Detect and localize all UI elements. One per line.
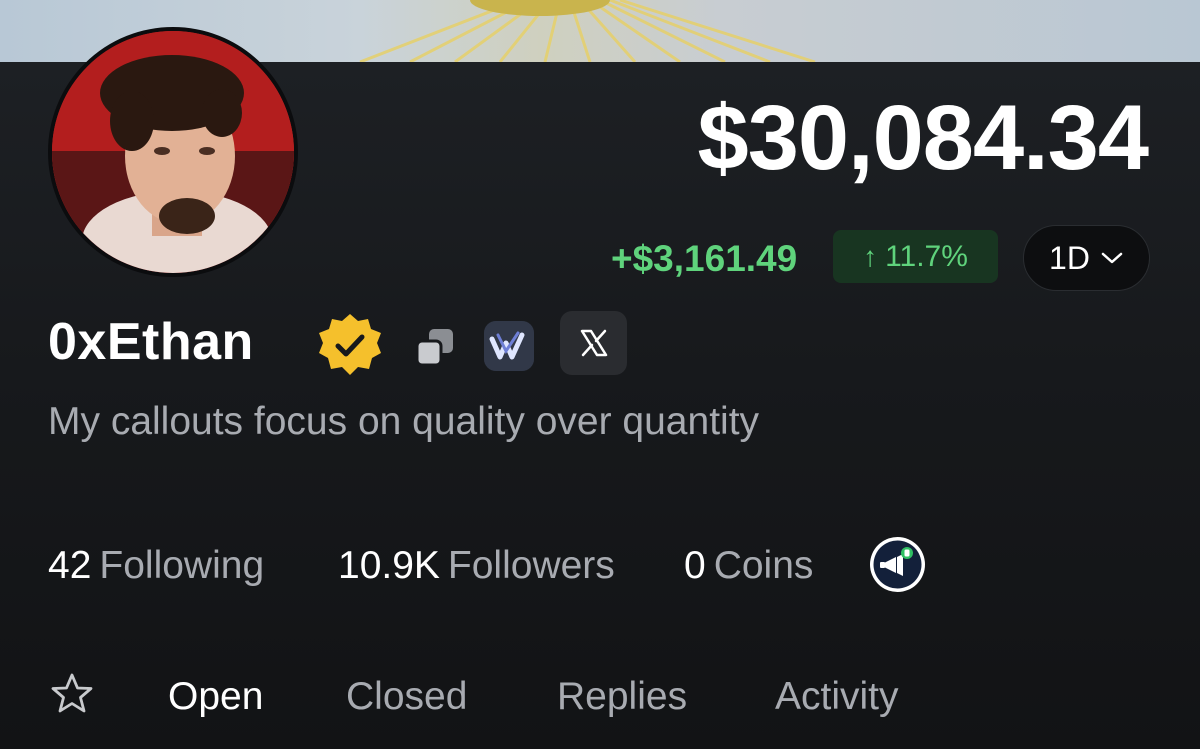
- app-logo-icon[interactable]: [484, 321, 534, 371]
- tab-open[interactable]: Open: [168, 677, 263, 716]
- x-profile-button[interactable]: [560, 311, 627, 375]
- arrow-up-icon: ↑: [863, 240, 878, 272]
- app-logo-glyph: [484, 321, 534, 371]
- stat-value: 10.9K: [338, 544, 440, 587]
- stat-label: Following: [99, 544, 265, 587]
- star-icon[interactable]: [49, 671, 95, 717]
- stat-coins[interactable]: 0 Coins: [684, 546, 813, 585]
- stat-label: Coins: [713, 544, 814, 587]
- portfolio-change: +$3,161.49: [611, 238, 798, 279]
- stat-value: 42: [48, 544, 92, 587]
- verified-badge-icon: [319, 314, 381, 375]
- period-selector[interactable]: 1D: [1023, 225, 1150, 291]
- stat-label: Followers: [447, 544, 615, 587]
- chevron-down-icon: [1101, 252, 1123, 264]
- copy-icon[interactable]: [413, 325, 457, 369]
- x-logo-icon: [580, 329, 607, 357]
- avatar[interactable]: [48, 27, 298, 277]
- tab-closed[interactable]: Closed: [346, 677, 467, 716]
- portfolio-balance: $30,084.34: [697, 87, 1149, 189]
- profile-bio: My callouts focus on quality over quanti…: [48, 400, 760, 443]
- stat-value: 0: [684, 544, 706, 587]
- stat-followers[interactable]: 10.9K Followers: [338, 546, 615, 585]
- tab-activity[interactable]: Activity: [775, 677, 899, 716]
- period-label: 1D: [1049, 239, 1090, 276]
- avatar-photo: [52, 31, 294, 273]
- change-percent: 11.7%: [885, 239, 968, 273]
- change-percent-badge: ↑ 11.7%: [833, 230, 998, 283]
- promo-button[interactable]: [870, 537, 925, 592]
- megaphone-icon: [873, 540, 922, 589]
- stat-following[interactable]: 42 Following: [48, 546, 264, 585]
- profile-name: 0xEthan: [48, 313, 254, 371]
- tab-replies[interactable]: Replies: [557, 677, 687, 716]
